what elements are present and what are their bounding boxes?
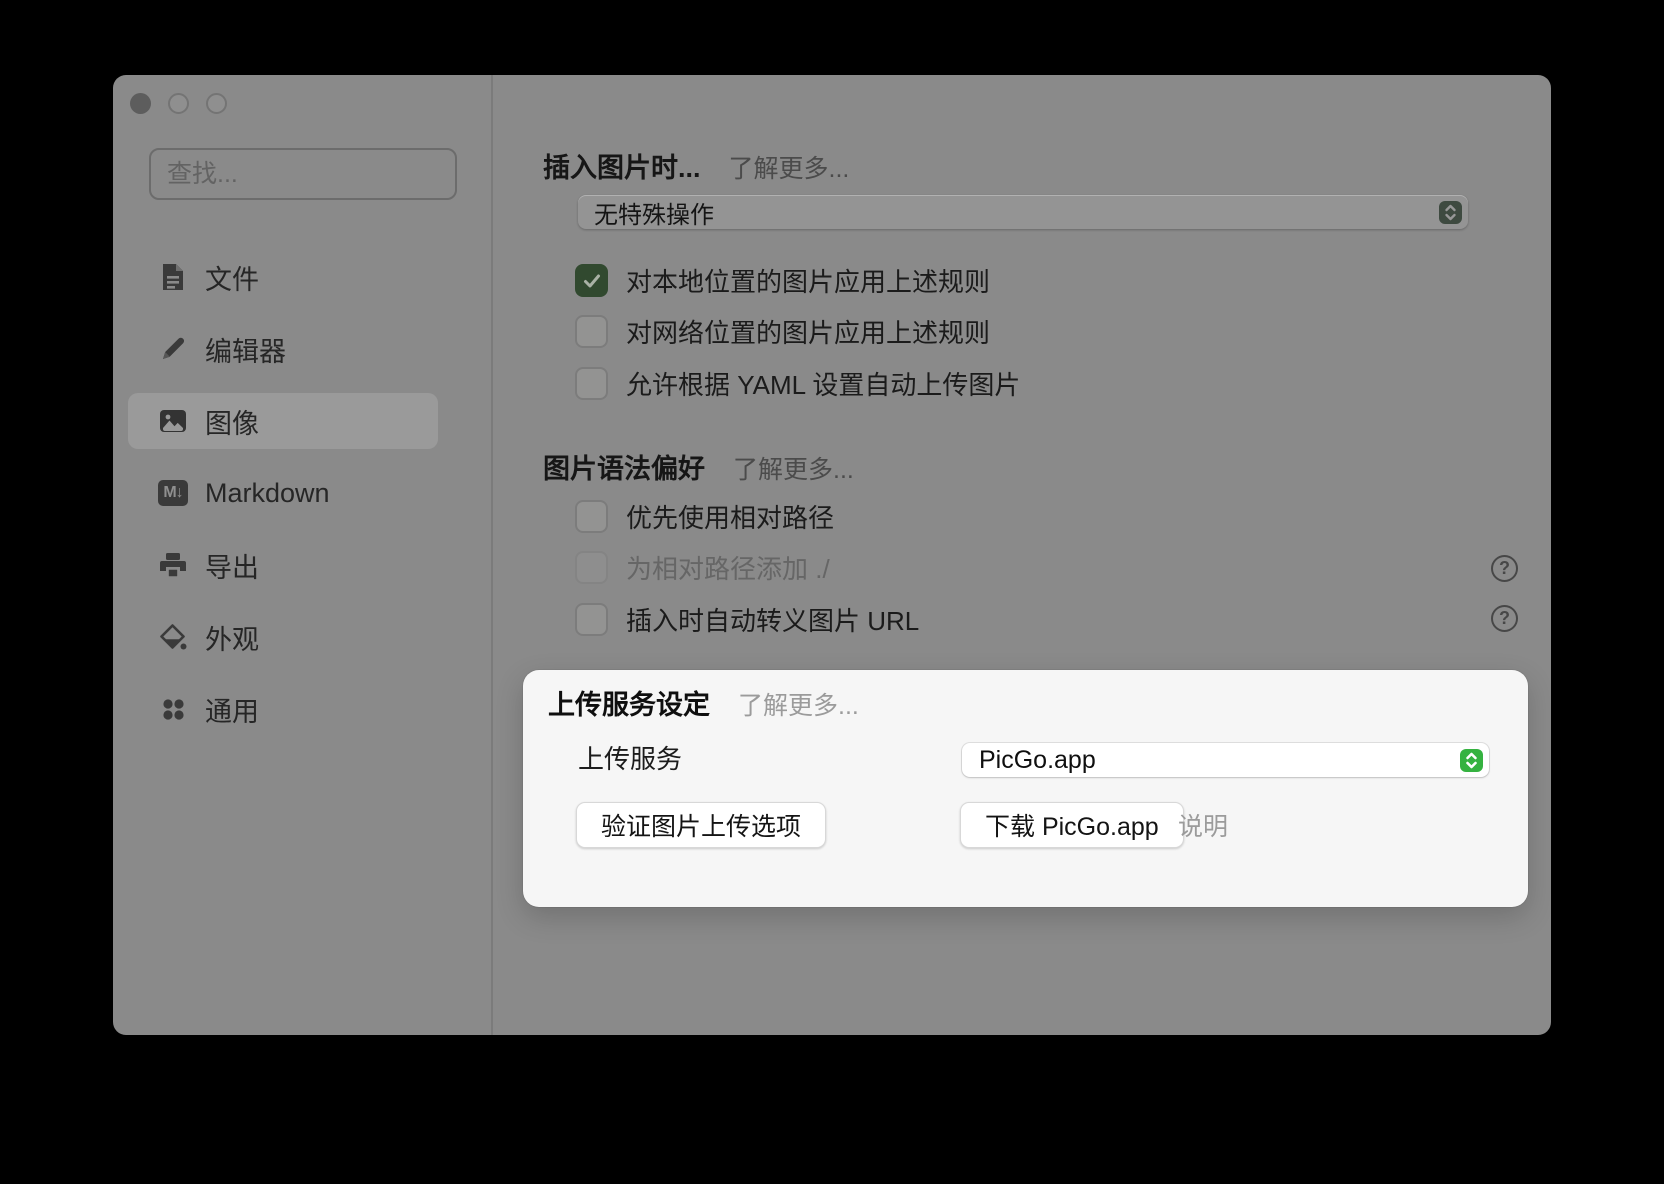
help-icon[interactable]: ? [1491,605,1518,632]
sidebar-item-appearance[interactable]: 外观 [128,609,438,665]
section-title: 图片语法偏好 [543,447,705,486]
checkbox-unchecked[interactable] [575,367,608,400]
checkbox-unchecked[interactable] [575,315,608,348]
insert-action-select[interactable]: 无特殊操作 [578,195,1468,229]
sidebar-item-label: 外观 [205,618,259,657]
image-icon [158,406,188,436]
sidebar-item-label: Markdown [205,478,330,509]
checkbox-row-local-images[interactable]: 对本地位置的图片应用上述规则 [575,264,990,297]
file-icon [158,262,188,292]
checkbox-label: 对本地位置的图片应用上述规则 [626,262,990,299]
sidebar-item-markdown[interactable]: M↓ Markdown [128,465,438,521]
upload-service-panel: 上传服务设定 了解更多... 上传服务 PicGo.app 验证图片上传选项 下… [523,670,1528,907]
download-picgo-button[interactable]: 下载 PicGo.app [960,802,1184,848]
checkbox-row-add-dot-slash: 为相对路径添加 ./ [575,551,830,584]
sidebar-item-general[interactable]: 通用 [128,681,438,737]
export-printer-icon [158,550,188,580]
checkbox-label: 优先使用相对路径 [626,498,834,535]
markdown-icon: M↓ [158,478,188,508]
learn-more-link[interactable]: 了解更多... [733,450,854,486]
checkbox-label: 为相对路径添加 ./ [626,549,830,586]
sidebar-item-label: 文件 [205,258,259,297]
close-button[interactable] [130,93,151,114]
sidebar-item-editor[interactable]: 编辑器 [128,321,438,377]
docs-link[interactable]: 说明 [1178,810,1228,840]
general-grid-icon [158,694,188,724]
upload-service-section-header: 上传服务设定 了解更多... [548,683,859,713]
search-input[interactable] [149,148,457,200]
checkbox-row-network-images[interactable]: 对网络位置的图片应用上述规则 [575,315,990,348]
validate-upload-button[interactable]: 验证图片上传选项 [576,802,826,848]
insert-image-section-header: 插入图片时... 了解更多... [543,146,849,176]
upload-service-label: 上传服务 [578,742,682,772]
checkbox-checked[interactable] [575,264,608,297]
sidebar: 文件 编辑器 图像 M↓ Markdown 导出 [113,75,493,1035]
screenshot-root: { "colors": { "accent_green": "#35b240",… [0,0,1664,1184]
help-icon[interactable]: ? [1491,555,1518,582]
sidebar-item-image[interactable]: 图像 [128,393,438,449]
learn-more-link[interactable]: 了解更多... [738,686,859,722]
checkmark-icon [582,271,602,291]
sidebar-item-export[interactable]: 导出 [128,537,438,593]
editor-pencil-icon [158,334,188,364]
section-title: 上传服务设定 [548,683,710,722]
checkbox-row-yaml-upload[interactable]: 允许根据 YAML 设置自动上传图片 [575,367,1020,400]
select-stepper-icon [1460,749,1483,772]
sidebar-item-label: 导出 [205,546,259,585]
checkbox-label: 对网络位置的图片应用上述规则 [626,313,990,350]
checkbox-label: 插入时自动转义图片 URL [626,601,919,638]
sidebar-item-label: 通用 [205,690,259,729]
preferences-window: 文件 编辑器 图像 M↓ Markdown 导出 [113,75,1551,1035]
sidebar-item-files[interactable]: 文件 [128,249,438,305]
sidebar-item-label: 图像 [205,402,259,441]
zoom-button[interactable] [206,93,227,114]
checkbox-label: 允许根据 YAML 设置自动上传图片 [626,365,1020,402]
checkbox-row-relative-path[interactable]: 优先使用相对路径 [575,500,834,533]
appearance-paint-icon [158,622,188,652]
image-syntax-section-header: 图片语法偏好 了解更多... [543,447,854,477]
select-value: 无特殊操作 [578,195,1439,230]
window-controls [130,93,227,114]
checkbox-unchecked[interactable] [575,603,608,636]
learn-more-link[interactable]: 了解更多... [729,149,850,185]
minimize-button[interactable] [168,93,189,114]
section-title: 插入图片时... [543,146,701,185]
checkbox-disabled [575,551,608,584]
sidebar-item-label: 编辑器 [205,330,286,369]
checkbox-row-escape-url[interactable]: 插入时自动转义图片 URL [575,603,919,636]
select-value: PicGo.app [962,746,1460,775]
checkbox-unchecked[interactable] [575,500,608,533]
upload-service-select[interactable]: PicGo.app [962,743,1489,777]
select-stepper-icon [1439,201,1462,224]
